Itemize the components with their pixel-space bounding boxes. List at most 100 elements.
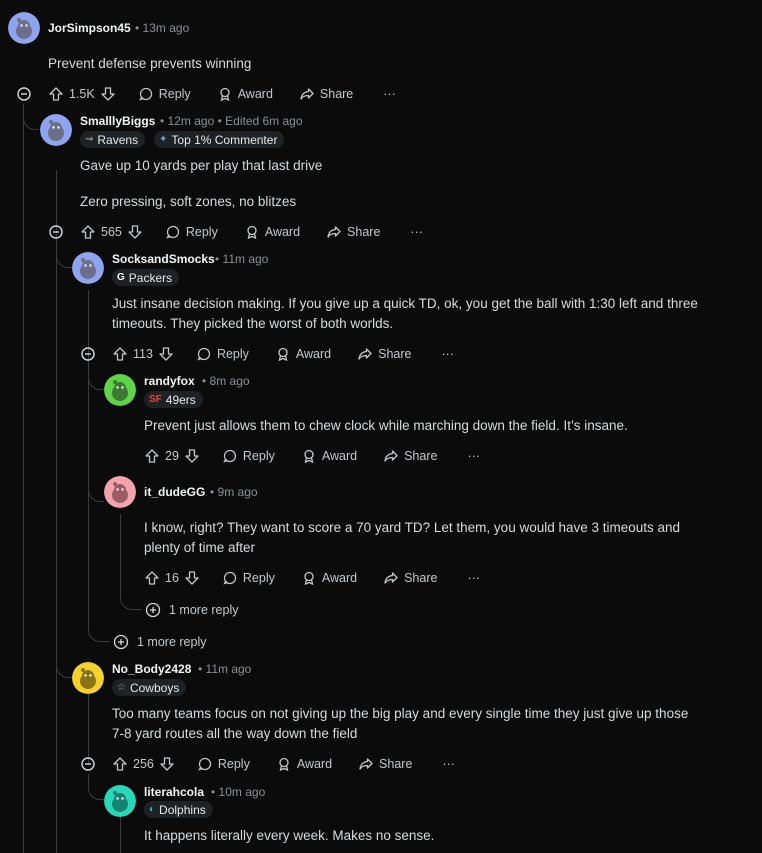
thread-connector xyxy=(88,774,104,800)
reply-button[interactable]: Reply xyxy=(197,756,250,772)
downvote-icon[interactable] xyxy=(127,224,143,240)
share-button[interactable]: Share xyxy=(358,756,412,772)
vote-group: 1.5K xyxy=(48,86,116,102)
comment-author[interactable]: JorSimpson45 xyxy=(48,21,131,35)
collapse-icon[interactable] xyxy=(81,757,95,771)
avatar[interactable] xyxy=(40,114,72,146)
more-options-button[interactable]: ··· xyxy=(442,757,455,771)
comment-author[interactable]: SocksandSmocks xyxy=(112,252,215,266)
comment-time[interactable]: 11m ago xyxy=(223,252,269,266)
award-button[interactable]: Award xyxy=(275,346,331,362)
avatar[interactable] xyxy=(72,252,104,284)
comment-time[interactable]: 9m ago xyxy=(218,485,258,499)
comment-meta: • 10m ago xyxy=(211,785,266,799)
award-button[interactable]: Award xyxy=(244,224,300,240)
upvote-icon[interactable] xyxy=(112,756,128,772)
collapse-icon[interactable] xyxy=(49,225,63,239)
more-options-button[interactable]: ··· xyxy=(383,87,396,101)
share-button[interactable]: Share xyxy=(357,346,411,362)
comment-time[interactable]: 11m ago xyxy=(206,662,252,676)
share-icon xyxy=(326,224,342,240)
comment-author[interactable]: SmalllyBiggs xyxy=(80,114,155,128)
award-icon xyxy=(301,448,317,464)
vote-count: 565 xyxy=(101,225,122,239)
upvote-icon[interactable] xyxy=(112,346,128,362)
comment-meta: • 11m ago xyxy=(215,252,269,266)
collapse-icon[interactable] xyxy=(81,347,95,361)
avatar[interactable] xyxy=(104,476,136,508)
reply-button[interactable]: Reply xyxy=(165,224,218,240)
vote-count: 1.5K xyxy=(69,87,95,101)
avatar[interactable] xyxy=(8,12,40,44)
more-options-button[interactable]: ··· xyxy=(410,225,423,239)
comment-meta: • 8m ago xyxy=(202,374,250,388)
comment-body: Zero pressing, soft zones, no blitzes xyxy=(80,194,297,209)
comment-author[interactable]: No_Body2428 xyxy=(112,662,191,676)
reply-button[interactable]: Reply xyxy=(196,346,249,362)
award-button[interactable]: Award xyxy=(301,448,357,464)
comment-meta: • 11m ago xyxy=(198,662,252,676)
comment-time[interactable]: 13m ago xyxy=(143,21,190,35)
upvote-icon[interactable] xyxy=(48,86,64,102)
more-options-icon: ··· xyxy=(467,449,480,463)
thread-connector xyxy=(23,104,39,130)
downvote-icon[interactable] xyxy=(184,448,200,464)
comment-body: Gave up 10 yards per play that last driv… xyxy=(80,158,323,173)
avatar[interactable] xyxy=(72,662,104,694)
upvote-icon[interactable] xyxy=(144,448,160,464)
comment-body: Too many teams focus on not giving up th… xyxy=(112,706,689,721)
comment-body: plenty of time after xyxy=(144,540,256,555)
more-replies-button[interactable]: 1 more reply xyxy=(145,602,238,618)
award-button[interactable]: Award xyxy=(301,570,357,586)
comment-author[interactable]: literahcola xyxy=(144,785,204,799)
user-flair: ◐ Dolphins xyxy=(144,801,213,818)
comment-meta: • 12m ago • Edited 6m ago xyxy=(160,114,303,128)
separator: • xyxy=(135,21,140,35)
award-button[interactable]: Award xyxy=(217,86,273,102)
upvote-icon[interactable] xyxy=(80,224,96,240)
share-button[interactable]: Share xyxy=(383,570,437,586)
comment-time[interactable]: 12m ago xyxy=(168,114,215,128)
upvote-icon[interactable] xyxy=(144,570,160,586)
share-button[interactable]: Share xyxy=(326,224,380,240)
comment-time[interactable]: 8m ago xyxy=(210,374,250,388)
reply-button[interactable]: Reply xyxy=(138,86,191,102)
thread-connector xyxy=(23,130,57,678)
user-flair: ☆ Cowboys xyxy=(112,679,187,696)
avatar[interactable] xyxy=(104,785,136,817)
downvote-icon[interactable] xyxy=(159,756,175,772)
reply-button[interactable]: Reply xyxy=(222,448,275,464)
comment-body: Prevent defense prevents winning xyxy=(48,56,252,71)
avatar[interactable] xyxy=(104,374,136,406)
comment-author[interactable]: randyfox xyxy=(144,374,195,388)
downvote-icon[interactable] xyxy=(184,570,200,586)
more-options-icon: ··· xyxy=(410,225,423,239)
more-options-button[interactable]: ··· xyxy=(441,347,454,361)
award-icon xyxy=(275,346,291,362)
share-icon xyxy=(358,756,374,772)
share-button[interactable]: Share xyxy=(299,86,353,102)
thread-line xyxy=(120,816,121,853)
comment-author[interactable]: it_dudeGG xyxy=(144,485,205,499)
comment-icon xyxy=(196,346,212,362)
thread-connector xyxy=(120,574,142,610)
more-options-button[interactable]: ··· xyxy=(467,449,480,463)
more-options-icon: ··· xyxy=(442,757,455,771)
vote-count: 256 xyxy=(133,757,154,771)
more-replies-button[interactable]: 1 more reply xyxy=(113,634,206,650)
downvote-icon[interactable] xyxy=(100,86,116,102)
star-icon: ☆ xyxy=(117,682,126,693)
collapse-icon[interactable] xyxy=(17,87,31,101)
share-icon xyxy=(357,346,373,362)
reply-button[interactable]: Reply xyxy=(222,570,275,586)
comment-actions: 1.5K Reply Award Share ··· xyxy=(48,82,396,106)
more-options-button[interactable]: ··· xyxy=(467,571,480,585)
comment-time[interactable]: 10m ago xyxy=(219,785,266,799)
award-button[interactable]: Award xyxy=(276,756,332,772)
vote-group: 113 xyxy=(112,346,174,362)
comment-body: 7-8 yard routes all the way down the fie… xyxy=(112,726,358,741)
share-button[interactable]: Share xyxy=(383,448,437,464)
downvote-icon[interactable] xyxy=(158,346,174,362)
share-icon xyxy=(383,570,399,586)
vote-count: 29 xyxy=(165,449,179,463)
